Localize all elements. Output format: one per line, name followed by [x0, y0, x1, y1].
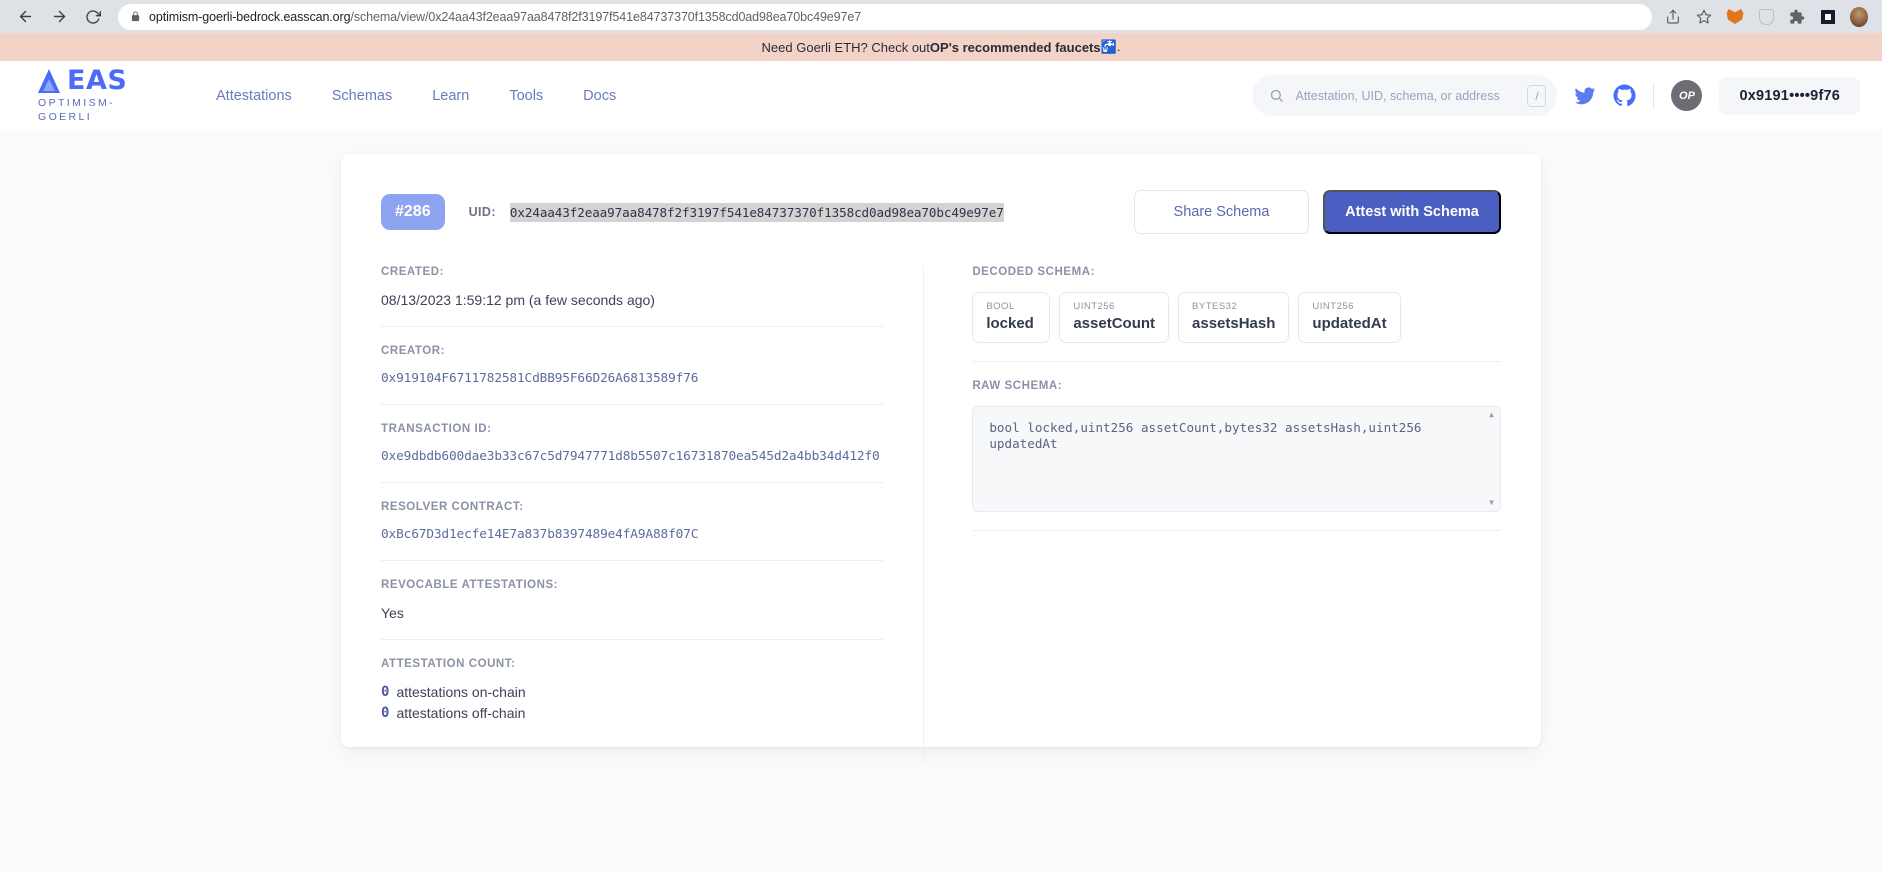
schema-id-badge: #286 — [381, 194, 445, 230]
field-transaction-id: TRANSACTION ID: 0xe9dbdb600dae3b33c67c5d… — [381, 423, 884, 483]
schema-body: CREATED: 08/13/2023 1:59:12 pm (a few se… — [381, 266, 1501, 762]
github-icon[interactable] — [1613, 84, 1637, 107]
field-label: CREATOR: — [381, 345, 446, 357]
field-value: 08/13/2023 1:59:12 pm (a few seconds ago… — [381, 292, 655, 308]
off-chain-count: 0 — [381, 705, 390, 721]
raw-schema-textarea[interactable]: bool locked,uint256 assetCount,bytes32 a… — [972, 406, 1501, 512]
chip-name: assetCount — [1073, 315, 1156, 332]
decoded-schema-section: DECODED SCHEMA: BOOL locked UINT256 asse… — [972, 266, 1501, 362]
nav-schemas[interactable]: Schemas — [332, 88, 392, 104]
main-nav: Attestations Schemas Learn Tools Docs — [216, 88, 616, 104]
forward-icon[interactable] — [44, 2, 74, 32]
eas-triangle-icon — [38, 68, 60, 93]
on-chain-count: 0 — [381, 684, 390, 700]
address-bar[interactable]: optimism-goerli-bedrock.easscan.org/sche… — [118, 3, 1652, 30]
metamask-fox-icon[interactable] — [1726, 8, 1744, 26]
attest-with-schema-button[interactable]: Attest with Schema — [1323, 190, 1501, 234]
browser-toolbar: optimism-goerli-bedrock.easscan.org/sche… — [0, 0, 1882, 33]
schema-detail-card: #286 UID: 0x24aa43f2eaa97aa8478f2f3197f5… — [341, 154, 1541, 762]
uid-label: UID: — [468, 205, 496, 219]
schema-details-column: CREATED: 08/13/2023 1:59:12 pm (a few se… — [381, 266, 923, 762]
raw-schema-label: RAW SCHEMA: — [972, 380, 1063, 392]
field-value[interactable]: 0x919104F6711782581CdBB95F66D26A6813589f… — [381, 371, 883, 386]
search-shortcut-key: / — [1527, 84, 1547, 107]
promo-text-before: Need Goerli ETH? Check out — [761, 39, 930, 55]
search-placeholder: Attestation, UID, schema, or address — [1295, 88, 1500, 103]
site-header: EAS OPTIMISM-GOERLI Attestations Schemas… — [0, 61, 1882, 130]
nav-docs[interactable]: Docs — [583, 88, 616, 104]
field-revocable-attestations: REVOCABLE ATTESTATIONS: Yes — [381, 579, 884, 640]
chip-type: UINT256 — [1312, 301, 1354, 312]
field-value: Yes — [381, 605, 404, 621]
attestations-off-chain: 0 attestations off-chain — [381, 705, 883, 721]
decoded-schema-chips: BOOL locked UINT256 assetCount BYTES32 a… — [972, 292, 1501, 343]
schema-header: #286 UID: 0x24aa43f2eaa97aa8478f2f3197f5… — [381, 186, 1501, 238]
chip-type: UINT256 — [1073, 301, 1115, 312]
nav-learn[interactable]: Learn — [432, 88, 469, 104]
field-resolver-contract: RESOLVER CONTRACT: 0xBc67D3d1ecfe14E7a83… — [381, 501, 884, 561]
field-created: CREATED: 08/13/2023 1:59:12 pm (a few se… — [381, 266, 884, 327]
page-root: Need Goerli ETH? Check out OP's recommen… — [0, 33, 1882, 873]
uid-value[interactable]: 0x24aa43f2eaa97aa8478f2f3197f541e8473737… — [509, 202, 1004, 222]
share-icon[interactable] — [1664, 8, 1682, 26]
off-chain-label: attestations off-chain — [396, 705, 526, 721]
field-value[interactable]: 0xBc67D3d1ecfe14E7a837b8397489e4fA9A88f0… — [381, 527, 883, 542]
scroll-up-icon[interactable]: ▲ — [1489, 410, 1494, 420]
field-label: REVOCABLE ATTESTATIONS: — [381, 579, 559, 591]
twitter-icon[interactable] — [1574, 85, 1596, 107]
chip-type: BYTES32 — [1192, 301, 1238, 312]
chrome-icon-group — [1664, 6, 1872, 27]
logo-text: EAS — [67, 65, 128, 97]
chip-name: updatedAt — [1312, 315, 1387, 332]
schema-definition-column: DECODED SCHEMA: BOOL locked UINT256 asse… — [923, 266, 1501, 762]
chip-type: BOOL — [986, 301, 1015, 312]
puzzle-extensions-icon[interactable] — [1788, 8, 1806, 26]
schema-field-chip: BYTES32 assetsHash — [1178, 292, 1290, 343]
logo-subtitle: OPTIMISM-GOERLI — [38, 97, 116, 123]
star-icon[interactable] — [1695, 8, 1713, 26]
reload-icon[interactable] — [78, 2, 108, 32]
nav-tools[interactable]: Tools — [509, 88, 543, 104]
square-extension-icon[interactable] — [1819, 8, 1837, 26]
chip-name: locked — [986, 315, 1034, 332]
schema-field-chip: BOOL locked — [972, 292, 1051, 343]
search-icon — [1269, 88, 1284, 103]
shield-extension-icon[interactable] — [1757, 8, 1775, 26]
field-value[interactable]: 0xe9dbdb600dae3b33c67c5d7947771d8b5507c1… — [381, 449, 883, 464]
search-input[interactable]: Attestation, UID, schema, or address / — [1252, 75, 1558, 116]
schema-field-chip: UINT256 assetCount — [1059, 292, 1170, 343]
schema-actions: Share Schema Attest with Schema — [1134, 190, 1501, 234]
lock-icon — [130, 10, 141, 23]
logo[interactable]: EAS OPTIMISM-GOERLI — [38, 67, 134, 123]
field-label: RESOLVER CONTRACT: — [381, 501, 524, 513]
field-label: ATTESTATION COUNT: — [381, 658, 516, 670]
attestations-on-chain: 0 attestations on-chain — [381, 684, 883, 700]
on-chain-label: attestations on-chain — [396, 684, 526, 700]
promo-text-after: 🚰. — [1100, 39, 1121, 54]
field-attestation-count: ATTESTATION COUNT: 0 attestations on-cha… — [381, 658, 883, 744]
raw-schema-scrollbar[interactable]: ▲ ▼ — [1486, 410, 1497, 508]
header-right: Attestation, UID, schema, or address / O… — [1252, 75, 1860, 116]
field-creator: CREATOR: 0x919104F6711782581CdBB95F66D26… — [381, 345, 884, 405]
header-divider — [1653, 82, 1655, 109]
schema-field-chip: UINT256 updatedAt — [1298, 292, 1401, 343]
wallet-address-button[interactable]: 0x9191••••9f76 — [1719, 76, 1860, 115]
content-area: #286 UID: 0x24aa43f2eaa97aa8478f2f3197f5… — [0, 130, 1882, 873]
profile-avatar[interactable] — [1850, 6, 1868, 27]
raw-schema-value: bool locked,uint256 assetCount,bytes32 a… — [989, 420, 1422, 452]
field-label: TRANSACTION ID: — [381, 423, 492, 435]
chip-name: assetsHash — [1192, 315, 1276, 332]
field-label: CREATED: — [381, 266, 444, 278]
nav-attestations[interactable]: Attestations — [216, 88, 292, 104]
back-icon[interactable] — [10, 2, 40, 32]
decoded-schema-label: DECODED SCHEMA: — [972, 266, 1095, 278]
promo-banner[interactable]: Need Goerli ETH? Check out OP's recommen… — [0, 33, 1882, 61]
url-text: optimism-goerli-bedrock.easscan.org/sche… — [149, 9, 862, 24]
share-schema-button[interactable]: Share Schema — [1134, 190, 1309, 234]
network-badge[interactable]: OP — [1671, 80, 1703, 111]
raw-schema-section: RAW SCHEMA: bool locked,uint256 assetCou… — [972, 380, 1501, 531]
promo-link[interactable]: OP's recommended faucets — [930, 40, 1101, 55]
scroll-down-icon[interactable]: ▼ — [1489, 498, 1494, 508]
